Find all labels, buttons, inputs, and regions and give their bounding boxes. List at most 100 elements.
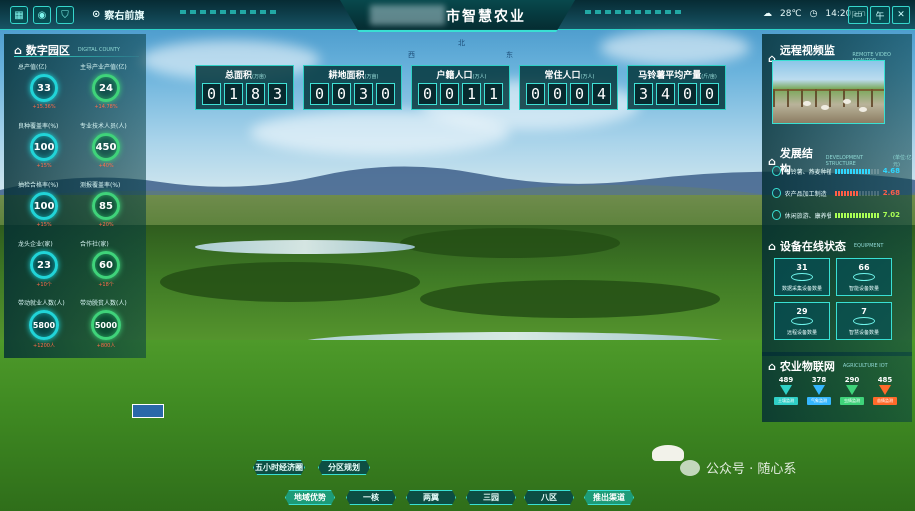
equipment-tile[interactable]: 7 智慧设备数量 (836, 302, 892, 340)
iot-item[interactable]: 378 气象监测 (807, 376, 831, 405)
close-icon[interactable]: ✕ (892, 6, 910, 24)
digital-park-subtitle: DIGITAL COUNTY (77, 47, 120, 53)
park-metric-delta: +40% (98, 163, 114, 169)
development-bar-segment (873, 212, 876, 218)
park-metric[interactable]: 总产值(亿) 33 +15.36% (14, 62, 74, 110)
park-metric-ring: 5000 (91, 310, 121, 340)
development-item-icon (772, 188, 781, 198)
kpi-digit: 4 (592, 83, 611, 105)
iot-item[interactable]: 485 苗情监测 (873, 376, 897, 405)
development-bar-segment (864, 168, 867, 174)
kpi-digit: 3 (634, 83, 653, 105)
nav-button-lower[interactable]: 两翼 (406, 490, 456, 505)
development-bar-segment (876, 190, 879, 196)
decorative-stripe (585, 10, 685, 14)
development-bar-segment (840, 168, 843, 174)
development-bar-segment (870, 212, 873, 218)
kpi-card[interactable]: 马铃薯平均产量(斤/亩) 3 4 0 0 (627, 65, 726, 110)
kpi-digit: 0 (526, 83, 545, 105)
nav-button-lower[interactable]: 八区 (524, 490, 574, 505)
iot-title-text: 农业物联网 (779, 360, 835, 373)
nav-button-lower[interactable]: 一核 (346, 490, 396, 505)
development-bar-segment (849, 168, 852, 174)
video-fence (773, 89, 884, 107)
iot-item-label: 苗情监测 (873, 397, 897, 405)
park-metric[interactable]: 带动就业人数(人) 5800 +1200人 (14, 298, 74, 349)
equipment-tile-value: 29 (796, 307, 808, 316)
park-metric[interactable]: 抽检合格率(%) 100 +15% (14, 180, 74, 228)
nav-button-lower[interactable]: 三园 (466, 490, 516, 505)
park-metric-label: 带动脱贫人数(人) (80, 300, 127, 307)
watermark: 公众号 · 随心系 (680, 458, 796, 477)
kpi-card[interactable]: 常住人口(万人) 0 0 0 4 (519, 65, 618, 110)
development-row[interactable]: 农产品加工制造 2.68 (772, 184, 900, 202)
development-bar-segment (861, 190, 864, 196)
park-metric[interactable]: 龙头企业(家) 23 +10个 (14, 239, 74, 288)
iot-item-value: 378 (811, 376, 827, 384)
globe-icon[interactable]: ◉ (33, 6, 51, 24)
park-metric-delta: +15% (36, 222, 52, 228)
equipment-tile[interactable]: 31 数据采集设备数量 (774, 258, 830, 296)
nav-button-upper[interactable]: 五小时经济圈 (253, 460, 305, 475)
park-metric-label: 主导产业产值(亿) (80, 64, 127, 71)
location-label: 察右前旗 (104, 11, 145, 22)
iot-item-label: 气象监测 (807, 397, 831, 405)
top-bar: ▦ ◉ ⛉ ⊙ 察右前旗 市智慧农业 ☁ 28℃ ◷ 14:20pm ▭ 午 ✕ (0, 0, 915, 32)
park-metric[interactable]: 主导产业产值(亿) 24 +14.78% (76, 62, 136, 110)
iot-pin-icon (846, 385, 858, 395)
development-row-label: 农产品加工制造 (784, 190, 827, 198)
noon-toggle-button[interactable]: 午 (870, 6, 890, 24)
iot-item[interactable]: 489 土壤监测 (774, 376, 798, 405)
kpi-label-text: 耕地面积 (328, 71, 365, 81)
development-row[interactable]: 休闲旅游、康养餐饮 7.02 (772, 206, 900, 224)
kpi-digits: 0030 (310, 83, 395, 105)
kpi-card[interactable]: 耕地面积(万亩) 0 0 3 0 (303, 65, 402, 110)
location-selector[interactable]: ⊙ 察右前旗 (92, 7, 144, 22)
development-bar-segment (843, 212, 846, 218)
nav-button-lower[interactable]: 地域优势 (285, 490, 335, 505)
equipment-tile[interactable]: 66 智能设备数量 (836, 258, 892, 296)
park-metric[interactable]: 合作社(家) 60 +18个 (76, 239, 136, 288)
shield-icon[interactable]: ⛉ (56, 6, 74, 24)
kpi-digit: 1 (462, 83, 481, 105)
river (195, 240, 415, 254)
compass-north: 北 (458, 39, 465, 47)
dashboard-icon[interactable]: ▦ (10, 6, 28, 24)
park-metric[interactable]: 良种覆盖率(%) 100 +15% (14, 121, 74, 169)
kpi-digit: 0 (570, 83, 589, 105)
development-bar-segment (852, 212, 855, 218)
screen-icon[interactable]: ▭ (848, 6, 868, 24)
development-row[interactable]: 马铃薯、燕麦种植 4.68 (772, 162, 900, 180)
park-metric-delta: +1200人 (33, 343, 55, 349)
kpi-card[interactable]: 总面积(万亩) 0 1 8 3 (195, 65, 294, 110)
kpi-label-text: 常住人口 (544, 71, 581, 81)
compass-east: 东 (506, 51, 513, 59)
development-bar-segment (840, 190, 843, 196)
sheep (821, 105, 829, 110)
video-feed[interactable] (772, 60, 885, 124)
equipment-tile[interactable]: 29 远程设备数量 (774, 302, 830, 340)
kpi-digit: 1 (224, 83, 243, 105)
tree-line (160, 262, 420, 302)
iot-item[interactable]: 290 虫情监测 (840, 376, 864, 405)
panel-divider (14, 56, 139, 57)
page-title: 市智慧农业 (446, 9, 526, 25)
house-icon: ⌂ (14, 43, 22, 57)
nav-button-lower[interactable]: 推出渠道 (584, 490, 634, 505)
nav-button-upper[interactable]: 分区规划 (318, 460, 370, 475)
park-metric-label: 测报覆盖率(%) (80, 182, 121, 189)
kpi-card[interactable]: 户籍人口(万人) 0 0 1 1 (411, 65, 510, 110)
park-metric[interactable]: 带动脱贫人数(人) 5000 +800人 (76, 298, 136, 349)
iot-item-value: 290 (844, 376, 860, 384)
development-item-icon (772, 210, 781, 220)
development-bar-segment (876, 212, 879, 218)
development-bar-segment (843, 168, 846, 174)
development-bar-segment (846, 190, 849, 196)
kpi-label-text: 户籍人口 (436, 71, 473, 81)
development-bar-segment (873, 190, 876, 196)
park-metric[interactable]: 专业技术人员(人) 450 +40% (76, 121, 136, 169)
park-metric[interactable]: 测报覆盖率(%) 85 +20% (76, 180, 136, 228)
park-metric-ring: 100 (30, 192, 58, 220)
equipment-tile-label: 智能设备数量 (848, 286, 879, 292)
kpi-digit: 3 (354, 83, 373, 105)
